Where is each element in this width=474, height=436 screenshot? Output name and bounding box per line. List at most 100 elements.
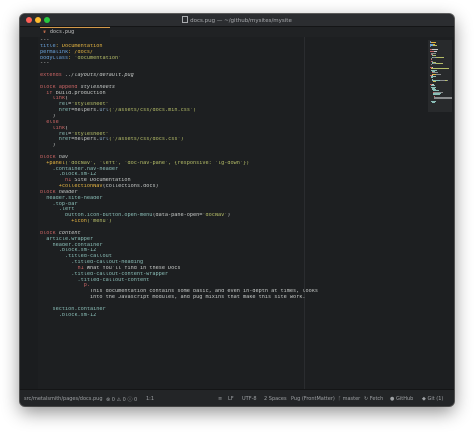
code-token: +panel [40,160,65,166]
code-token: .titled-callout-content-wrapper [40,271,169,277]
code-token: ../layouts/default.pug [65,73,134,79]
minimap-line [431,102,436,104]
github-button[interactable]: ● GitHub [390,396,413,402]
code-token: helpers. [74,108,100,114]
editor-window: docs.pug — ~/github/mysites/mysite ❦ doc… [20,14,454,406]
indentation[interactable]: 2 Spaces [264,396,287,402]
encoding[interactable]: UTF-8 [242,396,257,402]
code-token: 'documentation' [74,55,122,61]
code-token: block [40,230,59,236]
hamburger-icon[interactable]: ≡ [218,396,222,402]
code-token: (data-pane-open= [152,213,203,219]
code-token: +collectionNav [40,184,103,190]
code-token: : Documentation [55,43,103,49]
code-token: link [40,96,65,102]
tab-docs-pug[interactable]: ❦ docs.pug [40,27,110,37]
code-token: stylesheets [80,84,115,90]
grammar-selector[interactable]: Pug (FrontMatter) [291,396,335,402]
error-icon: ⊗ [106,397,111,403]
status-bar: src/metalsmith/pages/docs.pug ⊗ 0 ⚠ 0 ⓘ … [20,389,454,406]
code-token: .container.nav-header [40,166,119,172]
branch-icon: ᚴ [338,396,342,402]
code-token: href [40,137,72,143]
code-token: ( [65,125,69,131]
file-path[interactable]: src/metalsmith/pages/docs.pug [24,396,103,402]
code-token: article.wrapper [40,236,94,242]
code-token: .titled-callout-content [40,277,150,283]
code-token: ('menu') [86,219,112,225]
code-token: --- [40,38,50,43]
code-token: .top-bar [40,201,78,207]
code-token: ) [227,213,231,219]
code-token: nav [58,154,69,160]
code-area[interactable]: --- title: Documentation permalink: /docs/… [40,38,420,394]
line-gutter[interactable] [20,37,38,389]
code-token: into the Javascript modules, and pug mix… [40,295,306,301]
code-token: rel [40,102,69,108]
code-token: href [40,108,72,114]
code-token: h1 [40,265,87,271]
code-editor[interactable]: --- title: Documentation permalink: /docs/… [20,37,454,406]
document-icon [182,16,189,23]
code-token: ('/assets/css/docs.css') [108,137,184,143]
code-token: extends [40,73,65,79]
code-token: button.icon-button.open-menu [40,213,153,219]
code-token: ('docNav', 'left', 'doc-nav-pane', {resp… [65,160,250,166]
code-token: Site Documentation [74,178,131,184]
line-ending[interactable]: LF [228,396,234,402]
code-token: ( [65,96,69,102]
code-token: block [40,189,59,195]
code-token: h1 [40,178,75,184]
window-title: docs.pug — ~/github/mysites/mysite [20,16,454,24]
minimap-line [433,44,438,46]
branch-selector[interactable]: ᚴ master [338,396,360,402]
code-token: +icon [40,219,87,225]
code-token: 'docNav' [202,213,228,219]
code-token: p. [40,283,90,289]
minimap-line [436,63,443,65]
pug-file-icon: ❦ [43,29,47,35]
code-token: rel [40,131,69,137]
code-token: permalink [40,49,69,55]
code-token: build.production [55,90,106,96]
git-button[interactable]: ◆ Git (1) [422,396,443,402]
code-token: .titled-callout-heading [40,260,144,266]
problems-indicator[interactable]: ⊗ 0 ⚠ 0 ⓘ 0 [106,396,137,403]
tab-bar: ❦ docs.pug [20,27,454,37]
minimap[interactable] [430,41,452,104]
sync-icon: ↻ [364,396,369,402]
minimap-line [434,81,437,83]
code-token: helpers. [74,137,100,143]
code-token: .titled-callout [40,254,112,260]
code-token: header [58,189,78,195]
code-token: (collections.docs) [102,184,159,190]
fetch-button[interactable]: ↻ Fetch [364,396,383,402]
code-token: block [40,154,59,160]
cursor-position[interactable]: 1:1 [146,396,154,402]
code-token: header.container [40,242,103,248]
code-token: url [99,137,109,143]
code-token: url [99,108,109,114]
minimap-line [432,48,439,50]
code-token: "stylesheet" [71,131,109,137]
minimap-line [435,73,441,75]
code-token: .block.sm-12 [40,312,97,318]
code-token: This documentation contains some basic, … [40,289,318,295]
info-icon: ⓘ [127,397,133,403]
git-icon: ◆ [422,396,426,402]
code-token: link [40,125,65,131]
code-token: "stylesheet" [71,102,109,108]
code-token: block append [40,84,81,90]
code-token: title [40,43,56,49]
code-token: if [40,90,56,96]
code-token: .left [40,207,75,213]
code-token: .block.sm-12 [40,172,97,178]
code-token: ) [40,113,56,119]
code-token: What You'll find in these Docs [86,265,181,271]
code-token: content [58,230,81,236]
code-token: section.container [40,306,106,312]
warning-icon: ⚠ [116,397,122,403]
